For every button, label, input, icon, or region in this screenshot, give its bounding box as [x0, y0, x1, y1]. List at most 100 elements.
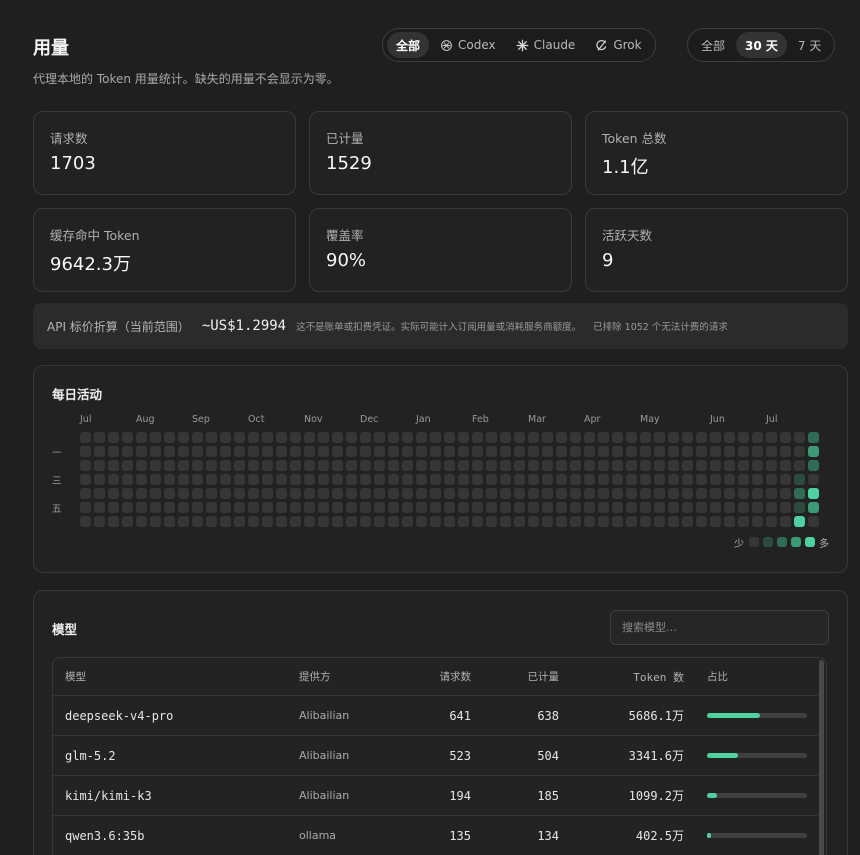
- heatmap-cell[interactable]: [248, 488, 259, 499]
- heatmap-cell[interactable]: [248, 516, 259, 527]
- provider-codex[interactable]: Codex: [431, 32, 505, 58]
- heatmap-cell[interactable]: [192, 488, 203, 499]
- heatmap-cell[interactable]: [262, 460, 273, 471]
- heatmap-cell[interactable]: [528, 516, 539, 527]
- heatmap-cell[interactable]: [528, 446, 539, 457]
- heatmap-cell[interactable]: [570, 432, 581, 443]
- heatmap-cell[interactable]: [808, 516, 819, 527]
- heatmap-cell[interactable]: [388, 488, 399, 499]
- heatmap-cell[interactable]: [710, 516, 721, 527]
- heatmap-cell[interactable]: [514, 432, 525, 443]
- heatmap-cell[interactable]: [584, 446, 595, 457]
- heatmap-cell[interactable]: [612, 432, 623, 443]
- heatmap-cell[interactable]: [164, 502, 175, 513]
- heatmap-cell[interactable]: [640, 502, 651, 513]
- heatmap-cell[interactable]: [290, 502, 301, 513]
- heatmap-cell[interactable]: [318, 446, 329, 457]
- heatmap-cell[interactable]: [528, 432, 539, 443]
- heatmap-cell[interactable]: [332, 502, 343, 513]
- heatmap-cell[interactable]: [486, 474, 497, 485]
- heatmap-cell[interactable]: [780, 432, 791, 443]
- heatmap-cell[interactable]: [500, 488, 511, 499]
- heatmap-cell[interactable]: [374, 460, 385, 471]
- heatmap-cell[interactable]: [472, 516, 483, 527]
- heatmap-cell[interactable]: [626, 502, 637, 513]
- heatmap-cell[interactable]: [332, 516, 343, 527]
- heatmap-cell[interactable]: [514, 474, 525, 485]
- heatmap-cell[interactable]: [374, 446, 385, 457]
- heatmap-cell[interactable]: [136, 488, 147, 499]
- heatmap-cell[interactable]: [346, 474, 357, 485]
- column-provider[interactable]: 提供方: [299, 658, 331, 695]
- heatmap-cell[interactable]: [276, 488, 287, 499]
- heatmap-cell[interactable]: [654, 488, 665, 499]
- heatmap-cell[interactable]: [486, 446, 497, 457]
- provider-claude[interactable]: Claude: [507, 32, 585, 58]
- heatmap-cell[interactable]: [766, 460, 777, 471]
- heatmap-cell[interactable]: [598, 488, 609, 499]
- heatmap-cell[interactable]: [234, 432, 245, 443]
- heatmap-cell[interactable]: [780, 460, 791, 471]
- heatmap-cell[interactable]: [206, 516, 217, 527]
- heatmap-cell[interactable]: [402, 446, 413, 457]
- heatmap-cell[interactable]: [794, 488, 805, 499]
- heatmap-cell[interactable]: [360, 474, 371, 485]
- heatmap-cell[interactable]: [346, 488, 357, 499]
- heatmap-cell[interactable]: [276, 516, 287, 527]
- heatmap-cell[interactable]: [668, 460, 679, 471]
- heatmap-cell[interactable]: [178, 488, 189, 499]
- heatmap-cell[interactable]: [780, 502, 791, 513]
- heatmap-cell[interactable]: [612, 474, 623, 485]
- heatmap-cell[interactable]: [556, 488, 567, 499]
- heatmap-cell[interactable]: [94, 488, 105, 499]
- heatmap-cell[interactable]: [150, 474, 161, 485]
- heatmap-cell[interactable]: [402, 474, 413, 485]
- heatmap-cell[interactable]: [598, 460, 609, 471]
- heatmap-cell[interactable]: [682, 502, 693, 513]
- heatmap-cell[interactable]: [556, 516, 567, 527]
- heatmap-cell[interactable]: [262, 502, 273, 513]
- heatmap-cell[interactable]: [584, 432, 595, 443]
- heatmap-cell[interactable]: [696, 460, 707, 471]
- heatmap-cell[interactable]: [542, 502, 553, 513]
- heatmap-cell[interactable]: [360, 432, 371, 443]
- heatmap-cell[interactable]: [402, 432, 413, 443]
- heatmap-cell[interactable]: [514, 446, 525, 457]
- heatmap-cell[interactable]: [444, 488, 455, 499]
- table-scrollbar[interactable]: [819, 660, 824, 855]
- heatmap-cell[interactable]: [220, 488, 231, 499]
- heatmap-cell[interactable]: [640, 516, 651, 527]
- heatmap-cell[interactable]: [486, 460, 497, 471]
- heatmap-cell[interactable]: [108, 432, 119, 443]
- heatmap-cell[interactable]: [570, 502, 581, 513]
- heatmap-cell[interactable]: [108, 446, 119, 457]
- heatmap-cell[interactable]: [598, 474, 609, 485]
- heatmap-cell[interactable]: [94, 474, 105, 485]
- heatmap-cell[interactable]: [486, 488, 497, 499]
- heatmap-cell[interactable]: [346, 432, 357, 443]
- heatmap-cell[interactable]: [640, 432, 651, 443]
- heatmap-cell[interactable]: [766, 502, 777, 513]
- heatmap-cell[interactable]: [122, 432, 133, 443]
- heatmap-cell[interactable]: [360, 446, 371, 457]
- heatmap-cell[interactable]: [332, 474, 343, 485]
- heatmap-cell[interactable]: [794, 474, 805, 485]
- heatmap-cell[interactable]: [654, 502, 665, 513]
- range-7-days[interactable]: 7 天: [789, 32, 830, 58]
- heatmap-cell[interactable]: [416, 488, 427, 499]
- heatmap-cell[interactable]: [472, 432, 483, 443]
- heatmap-cell[interactable]: [164, 488, 175, 499]
- column-share[interactable]: 占比: [707, 658, 728, 695]
- heatmap-cell[interactable]: [766, 446, 777, 457]
- heatmap-cell[interactable]: [808, 474, 819, 485]
- heatmap-cell[interactable]: [318, 488, 329, 499]
- heatmap-cell[interactable]: [626, 460, 637, 471]
- heatmap-cell[interactable]: [696, 432, 707, 443]
- heatmap-cell[interactable]: [346, 502, 357, 513]
- heatmap-cell[interactable]: [332, 460, 343, 471]
- heatmap-cell[interactable]: [332, 446, 343, 457]
- heatmap-cell[interactable]: [612, 446, 623, 457]
- heatmap-cell[interactable]: [668, 502, 679, 513]
- heatmap-cell[interactable]: [416, 474, 427, 485]
- heatmap-cell[interactable]: [654, 446, 665, 457]
